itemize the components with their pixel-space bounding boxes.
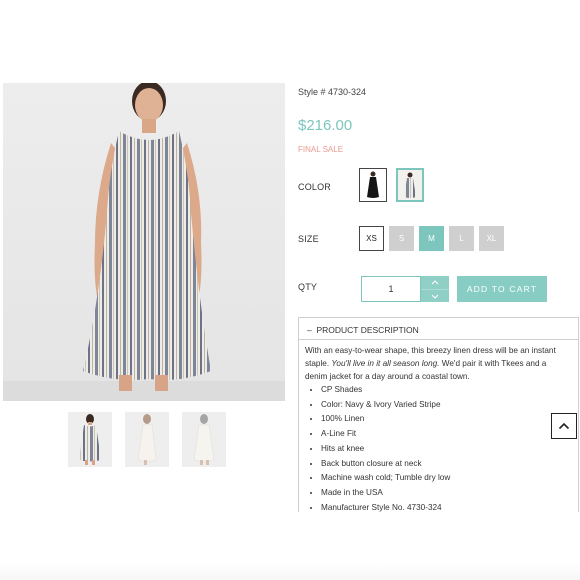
chevron-down-icon [431,294,439,299]
color-label: COLOR [298,182,332,192]
size-option-xs[interactable]: XS [359,226,384,251]
size-option-xl[interactable]: XL [479,226,504,251]
size-option-s[interactable]: S [389,226,414,251]
list-item: A-Line Fit [321,427,578,442]
add-to-cart-button[interactable]: ADD TO CART [457,276,547,302]
chevron-up-icon [558,422,570,430]
thumbnail-back[interactable] [182,412,226,467]
size-option-m[interactable]: M [419,226,444,251]
qty-label: QTY [298,282,318,292]
list-item: Machine wash cold; Tumble dry low [321,471,578,486]
description-toggle[interactable]: – PRODUCT DESCRIPTION [299,318,578,340]
thumbnail-front[interactable] [68,412,112,467]
color-swatch-black[interactable] [359,168,387,202]
list-item: Manufacturer Style No. 4730-324 [321,501,578,512]
final-sale-label: FINAL SALE [298,145,344,154]
description-intro: With an easy-to-wear shape, this breezy … [305,346,556,381]
list-item: Back button closure at neck [321,457,578,472]
collapse-icon: – [307,325,312,335]
product-description-panel: – PRODUCT DESCRIPTION With an easy-to-we… [298,317,579,512]
size-option-l[interactable]: L [449,226,474,251]
thumbnail-side[interactable] [125,412,169,467]
color-swatch-navy-ivory-stripe[interactable] [396,168,424,202]
chevron-up-icon [431,280,439,285]
thumbnail-strip [68,412,226,467]
style-number: Style # 4730-324 [298,87,367,97]
list-item: Made in the USA [321,486,578,501]
page-footer-edge [0,562,580,580]
dress-model-photo [3,83,285,401]
scroll-to-top-button[interactable] [551,413,577,439]
quantity-input[interactable]: 1 [361,276,421,302]
product-price: $216.00 [298,117,353,134]
quantity-stepper [421,276,449,302]
list-item: Hits at knee [321,442,578,457]
list-item: 100% Linen [321,412,578,427]
size-label: SIZE [298,234,319,244]
list-item: CP Shades [321,383,578,398]
description-bullet-list: CP Shades Color: Navy & Ivory Varied Str… [299,383,578,512]
qty-decrease-button[interactable] [421,289,449,303]
product-main-image[interactable] [3,83,285,401]
list-item: Color: Navy & Ivory Varied Stripe [321,398,578,413]
description-header: PRODUCT DESCRIPTION [316,325,419,335]
qty-increase-button[interactable] [421,276,449,289]
